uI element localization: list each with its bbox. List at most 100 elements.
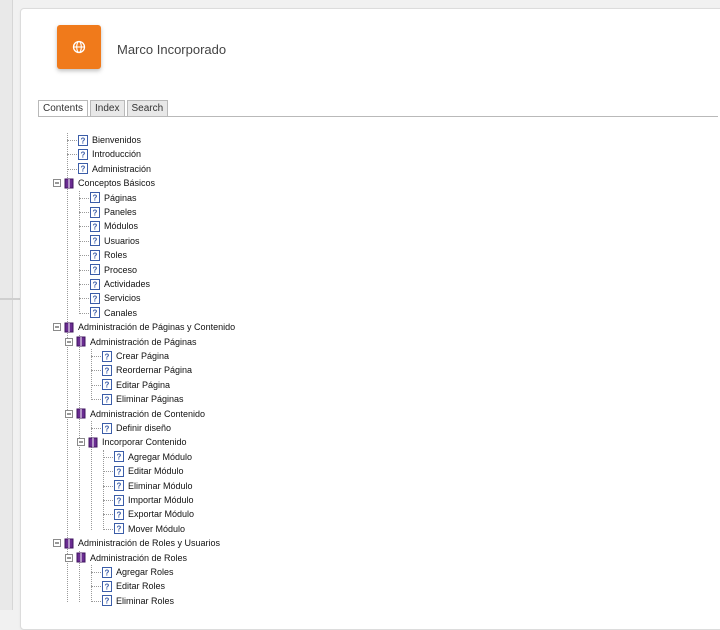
- tree-item[interactable]: ? Editar Módulo: [114, 464, 184, 478]
- book-icon: [64, 178, 74, 189]
- left-window-strip: [0, 0, 13, 610]
- help-page-icon: ?: [114, 523, 124, 535]
- tree-item-label: Roles: [104, 250, 128, 261]
- svg-text:?: ?: [105, 381, 110, 390]
- collapse-toggle-icon[interactable]: [53, 323, 61, 332]
- tree-item-label: Administración de Páginas: [90, 336, 197, 347]
- tab-index[interactable]: Index: [90, 100, 125, 116]
- help-page-icon: ?: [102, 379, 112, 391]
- tree-item[interactable]: ? Reordernar Página: [102, 363, 192, 377]
- tree-item[interactable]: ? Crear Página: [102, 349, 169, 363]
- help-page-icon: ?: [90, 264, 100, 276]
- tree-connector: [91, 384, 101, 386]
- tree-item[interactable]: ? Agregar Módulo: [114, 450, 192, 464]
- tree-item[interactable]: ? Servicios: [90, 291, 141, 305]
- svg-text:?: ?: [105, 352, 110, 361]
- collapse-toggle-icon[interactable]: [53, 179, 61, 188]
- tree-item[interactable]: ? Mover Módulo: [114, 522, 185, 536]
- help-page-icon: ?: [78, 148, 88, 160]
- tree-item[interactable]: ? Importar Módulo: [114, 493, 194, 507]
- tree-folder[interactable]: Conceptos Básicos: [53, 176, 155, 190]
- help-page-icon: ?: [78, 163, 88, 175]
- tree-item[interactable]: ? Actividades: [90, 277, 150, 291]
- tree-connector: [103, 456, 113, 458]
- help-page-icon: ?: [114, 465, 124, 477]
- tree-folder[interactable]: Administración de Contenido: [65, 407, 205, 421]
- tree-item-label: Introducción: [92, 149, 142, 160]
- help-page-icon: ?: [90, 235, 100, 247]
- tree-item[interactable]: ? Introducción: [78, 147, 141, 161]
- tree-item-label: Editar Roles: [116, 581, 166, 592]
- tree-item-label: Servicios: [104, 293, 141, 304]
- tree-item[interactable]: ? Editar Página: [102, 378, 170, 392]
- collapse-toggle-icon[interactable]: [77, 438, 85, 447]
- tree-item[interactable]: ? Administración: [78, 162, 151, 176]
- tree-item[interactable]: ? Usuarios: [90, 234, 140, 248]
- collapse-toggle-icon[interactable]: [65, 409, 73, 418]
- tree-item-label: Incorporar Contenido: [102, 437, 187, 448]
- svg-text:?: ?: [117, 482, 122, 491]
- collapse-toggle-icon[interactable]: [65, 337, 73, 346]
- help-page-icon: ?: [90, 292, 100, 304]
- svg-text:?: ?: [93, 222, 98, 231]
- tree-folder[interactable]: Incorporar Contenido: [77, 435, 187, 449]
- book-icon: [88, 437, 98, 448]
- svg-text:?: ?: [81, 150, 86, 159]
- tree-connector: [91, 356, 101, 357]
- collapse-toggle-icon[interactable]: [65, 553, 73, 562]
- svg-text:?: ?: [105, 424, 110, 433]
- tree-item[interactable]: ? Agregar Roles: [102, 565, 174, 579]
- tree-item[interactable]: ? Eliminar Módulo: [114, 479, 193, 493]
- tree-guide-line: [103, 449, 104, 530]
- tree-item[interactable]: ? Páginas: [90, 191, 137, 205]
- tree-item-label: Canales: [104, 307, 138, 318]
- tree-item[interactable]: ? Canales: [90, 306, 137, 320]
- svg-text:?: ?: [117, 467, 122, 476]
- tree-item[interactable]: ? Exportar Módulo: [114, 507, 194, 521]
- tree-connector: [91, 370, 101, 372]
- tree-connector: [103, 471, 113, 473]
- tree-item[interactable]: ? Módulos: [90, 219, 138, 233]
- tree-connector: [103, 500, 113, 501]
- tree-connector: [91, 600, 101, 602]
- svg-text:?: ?: [93, 309, 98, 318]
- tree-connector: [79, 240, 89, 242]
- collapse-toggle-icon[interactable]: [53, 539, 61, 548]
- tree-item-label: Agregar Módulo: [128, 451, 193, 462]
- tree-folder[interactable]: Administración de Roles y Usuarios: [53, 536, 220, 550]
- help-page-icon: ?: [90, 206, 100, 218]
- tree-item-label: Administración de Contenido: [90, 408, 206, 419]
- tree-item[interactable]: ? Paneles: [90, 205, 137, 219]
- svg-text:?: ?: [93, 280, 98, 289]
- tree-item[interactable]: ? Bienvenidos: [78, 133, 141, 147]
- globe-button[interactable]: [57, 25, 101, 69]
- tree-folder[interactable]: Administración de Páginas y Contenido: [53, 320, 235, 334]
- tree-item-label: Proceso: [104, 264, 138, 275]
- tree-item[interactable]: ? Roles: [90, 248, 127, 262]
- help-tabs: Contents Index Search: [38, 100, 170, 116]
- help-page-icon: ?: [90, 192, 100, 204]
- book-icon: [64, 538, 74, 549]
- tree-item[interactable]: ? Proceso: [90, 263, 137, 277]
- tree-folder[interactable]: Administración de Roles: [65, 551, 187, 565]
- svg-text:?: ?: [93, 194, 98, 203]
- help-page-icon: ?: [102, 350, 112, 362]
- tab-divider: [38, 116, 718, 117]
- svg-text:?: ?: [105, 597, 110, 606]
- tree-connector: [91, 428, 101, 429]
- tree-item-label: Importar Módulo: [128, 495, 194, 505]
- tree-item[interactable]: ? Eliminar Páginas: [102, 392, 184, 406]
- tree-connector: [67, 140, 77, 141]
- tree-item-label: Usuarios: [104, 235, 140, 246]
- help-page-icon: ?: [102, 422, 112, 434]
- tree-item[interactable]: ? Eliminar Roles: [102, 594, 174, 608]
- tree-item-label: Administración: [92, 163, 152, 174]
- tree-item-label: Administración de Roles y Usuarios: [78, 538, 221, 549]
- tree-folder[interactable]: Administración de Páginas: [65, 335, 197, 349]
- tree-item[interactable]: ? Definir diseño: [102, 421, 171, 435]
- tree-item-label: Conceptos Básicos: [78, 178, 156, 189]
- tab-contents[interactable]: Contents: [38, 100, 89, 116]
- tree-item[interactable]: ? Editar Roles: [102, 579, 165, 593]
- tab-search[interactable]: Search: [126, 100, 169, 116]
- tree-connector: [79, 284, 89, 285]
